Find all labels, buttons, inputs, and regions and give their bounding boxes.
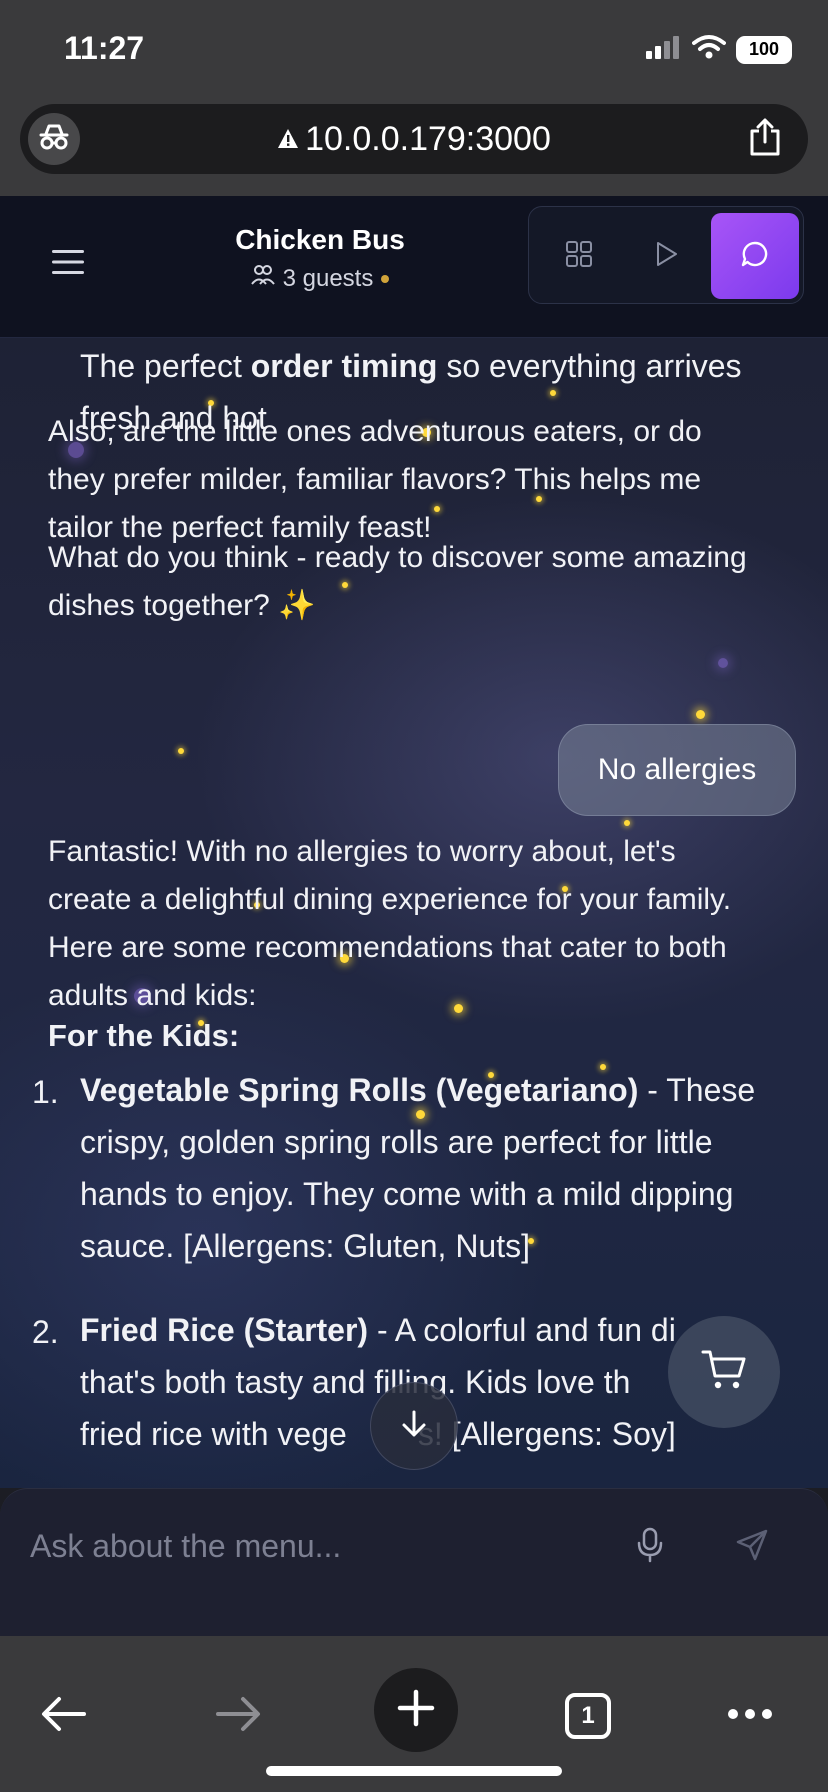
chat-input[interactable] bbox=[30, 1519, 610, 1573]
users-icon bbox=[250, 264, 275, 293]
text-bold: order timing bbox=[250, 348, 438, 384]
tab-count: 1 bbox=[565, 1693, 611, 1739]
app-header: Chicken Bus 3 guests bbox=[0, 196, 828, 338]
list-number: 1. bbox=[32, 1074, 59, 1110]
url-text: 10.0.0.179:3000 bbox=[305, 119, 551, 158]
plus-icon bbox=[397, 1689, 435, 1732]
wifi-icon bbox=[692, 34, 726, 65]
new-tab-button[interactable] bbox=[374, 1668, 458, 1752]
status-dot bbox=[381, 274, 390, 283]
assistant-message-text: Also, are the little ones adventurous ea… bbox=[48, 408, 808, 552]
text-line: create a delightful dining experience fo… bbox=[48, 883, 732, 916]
warning-icon bbox=[277, 120, 299, 159]
dish-name: Vegetable Spring Rolls (Vegetariano) bbox=[80, 1072, 639, 1108]
sparkle-decoration bbox=[696, 710, 705, 719]
sparkle-decoration bbox=[178, 748, 184, 754]
arrow-right-icon bbox=[215, 1696, 261, 1737]
text-fragment: so everything arrives bbox=[437, 348, 742, 384]
scroll-to-bottom-button[interactable] bbox=[370, 1382, 458, 1470]
section-heading: For the Kids: bbox=[48, 1018, 240, 1053]
text-line: Fantastic! With no allergies to worry ab… bbox=[48, 835, 676, 868]
cart-button[interactable] bbox=[668, 1316, 780, 1428]
cart-icon bbox=[701, 1349, 747, 1396]
grid-icon bbox=[566, 240, 592, 272]
microphone-icon bbox=[637, 1527, 663, 1568]
tabs-button[interactable]: 1 bbox=[548, 1676, 628, 1756]
url-bar[interactable]: 10.0.0.179:3000 bbox=[20, 104, 808, 174]
text-line: dishes together? ✨ bbox=[48, 589, 316, 622]
sparkle-decoration bbox=[624, 820, 630, 826]
text-line: hands to enjoy. They come with a mild di… bbox=[80, 1176, 734, 1212]
grid-view-button[interactable] bbox=[535, 213, 623, 299]
text-fragment: - These bbox=[638, 1072, 756, 1108]
text-line: Also, are the little ones adventurous ea… bbox=[48, 415, 702, 448]
user-message-bubble: No allergies bbox=[558, 724, 796, 816]
send-button[interactable] bbox=[728, 1523, 776, 1571]
assistant-message-text: What do you think - ready to discover so… bbox=[48, 534, 818, 630]
text-fragment: The perfect bbox=[80, 348, 251, 384]
url-display[interactable]: 10.0.0.179:3000 bbox=[20, 104, 808, 174]
forward-button[interactable] bbox=[198, 1676, 278, 1756]
arrow-down-icon bbox=[400, 1409, 428, 1444]
signal-icon bbox=[646, 35, 682, 64]
chat-bubble-icon bbox=[741, 240, 769, 273]
play-view-button[interactable] bbox=[623, 213, 711, 299]
menu-button[interactable] bbox=[46, 242, 90, 286]
more-options-button[interactable] bbox=[710, 1676, 790, 1756]
text-line: What do you think - ready to discover so… bbox=[48, 541, 747, 574]
battery-indicator: 100 bbox=[736, 35, 792, 64]
status-time: 11:27 bbox=[64, 30, 145, 66]
send-icon bbox=[735, 1528, 769, 1567]
share-icon bbox=[748, 117, 782, 162]
text-line: crispy, golden spring rolls are perfect … bbox=[80, 1124, 713, 1160]
status-bar: 11:27 100 bbox=[0, 0, 828, 96]
chat-input-bar bbox=[0, 1488, 828, 1636]
status-icons: 100 bbox=[646, 34, 792, 65]
text-fragment: - A colorful and fun di bbox=[368, 1312, 676, 1348]
text-line: they prefer milder, familiar flavors? Th… bbox=[48, 463, 702, 496]
list-number: 2. bbox=[32, 1314, 59, 1350]
browser-url-area: 10.0.0.179:3000 bbox=[0, 96, 828, 196]
text-line: that's both tasty and filling. Kids love… bbox=[80, 1364, 631, 1400]
chat-messages[interactable]: The perfect order timing so everything a… bbox=[0, 338, 828, 1488]
guest-count-label: 3 guests bbox=[282, 264, 374, 292]
glow-decoration bbox=[718, 658, 728, 668]
assistant-message-text: Fantastic! With no allergies to worry ab… bbox=[48, 828, 818, 1020]
home-indicator bbox=[266, 1766, 562, 1776]
chat-view-button[interactable] bbox=[711, 213, 799, 299]
ellipsis-icon bbox=[727, 1707, 773, 1725]
text-line: sauce. [Allergens: Gluten, Nuts] bbox=[80, 1228, 530, 1264]
arrow-left-icon bbox=[41, 1696, 87, 1737]
list-item: Vegetable Spring Rolls (Vegetariano) - T… bbox=[80, 1064, 820, 1272]
text-line: adults and kids: bbox=[48, 979, 257, 1012]
share-button[interactable] bbox=[744, 118, 786, 160]
text-line: Here are some recommendations that cater… bbox=[48, 931, 727, 964]
hamburger-icon bbox=[52, 249, 84, 280]
view-mode-switcher bbox=[528, 206, 804, 304]
voice-input-button[interactable] bbox=[628, 1523, 672, 1571]
dish-name: Fried Rice (Starter) bbox=[80, 1312, 369, 1348]
play-icon bbox=[655, 241, 679, 272]
back-button[interactable] bbox=[24, 1676, 104, 1756]
restaurant-title: Chicken Bus bbox=[235, 224, 405, 255]
guest-count[interactable]: 3 guests bbox=[200, 264, 440, 293]
